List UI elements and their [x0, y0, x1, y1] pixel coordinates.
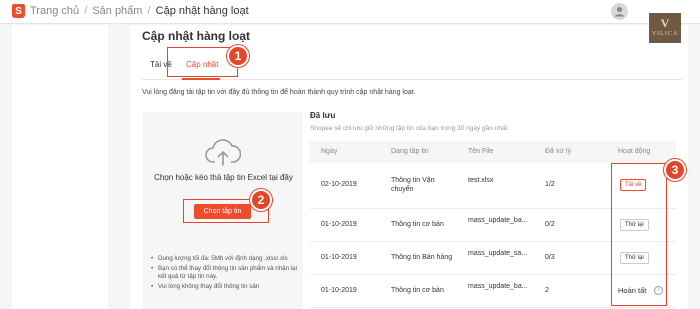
step-marker-1: 1 [227, 45, 249, 67]
top-header: S Trang chủ / Sản phẩm / Cập nhật hàng l… [0, 0, 700, 24]
cell-type: Thông tin Vận [391, 177, 435, 184]
breadcrumb-separator: / [147, 5, 151, 17]
saved-section-description: Shopee sẽ chỉ lưu giữ những tập tin của … [310, 125, 510, 132]
cloud-upload-icon [205, 137, 242, 172]
cell-type: Thông tin cơ bản [391, 221, 444, 228]
cell-date: 01-10-2019 [321, 254, 357, 261]
cell-file: mass_update_ba... [468, 283, 528, 290]
table-header: Ngày Dạng tập tin Tên File Đã xử lý Hoạt… [310, 141, 676, 163]
cell-date: 02-10-2019 [321, 181, 357, 188]
column-header-date: Ngày [321, 148, 338, 155]
page-title: Cập nhật hàng loạt [142, 29, 250, 43]
brand-watermark-logo: V VILICA [649, 13, 681, 43]
active-tab-underline [182, 78, 220, 80]
intro-text: Vui lòng đăng tải tập tin với đầy đủ thô… [142, 89, 416, 96]
sidebar [12, 25, 108, 309]
column-header-file: Tên File [468, 148, 494, 155]
saved-section-title: Đã lưu [310, 111, 336, 120]
cell-processed: 1/2 [545, 181, 555, 188]
upload-notes: Dung lượng tối đa: 5Mb với định dạng .xl… [151, 255, 301, 293]
breadcrumb-home[interactable]: Trang chủ [30, 5, 79, 17]
column-header-action: Hoạt động [618, 148, 651, 155]
highlight-box-actions [611, 163, 667, 306]
cell-file: mass_update_ba... [468, 217, 528, 224]
breadcrumb: Trang chủ / Sản phẩm / Cập nhật hàng loạ… [30, 5, 249, 17]
cell-type: chuyển [391, 186, 414, 193]
upload-prompt: Chọn hoặc kéo thả tập tin Excel tại đây [154, 173, 293, 182]
shopee-logo[interactable]: S [12, 4, 25, 18]
cell-processed: 0/3 [545, 254, 555, 261]
upload-note: Dung lượng tối đa: 5Mb với định dạng .xl… [151, 255, 301, 263]
cell-type: Thông tin cơ bản [391, 287, 444, 294]
breadcrumb-separator: / [84, 5, 88, 17]
cell-type: Thông tin Bán hàng [391, 254, 453, 261]
cell-file: test.xlsx [468, 177, 494, 184]
cell-date: 01-10-2019 [321, 221, 357, 228]
user-avatar-icon[interactable] [611, 3, 628, 20]
column-header-type: Dạng tập tin [391, 148, 429, 155]
upload-note: Bạn có thể thay đổi thông tin sản phẩm v… [151, 265, 301, 281]
step-marker-3: 3 [664, 159, 686, 181]
breadcrumb-products[interactable]: Sản phẩm [92, 5, 142, 17]
breadcrumb-current: Cập nhật hàng loạt [155, 5, 249, 17]
cell-processed: 0/2 [545, 221, 555, 228]
cell-processed: 2 [545, 287, 549, 294]
step-marker-2: 2 [250, 189, 272, 211]
cell-file: mass_update_sa... [468, 250, 528, 257]
upload-note: Vui lòng không thay đổi thông tin sản [151, 283, 301, 291]
column-header-processed: Đã xử lý [545, 148, 572, 155]
cell-date: 01-10-2019 [321, 287, 357, 294]
